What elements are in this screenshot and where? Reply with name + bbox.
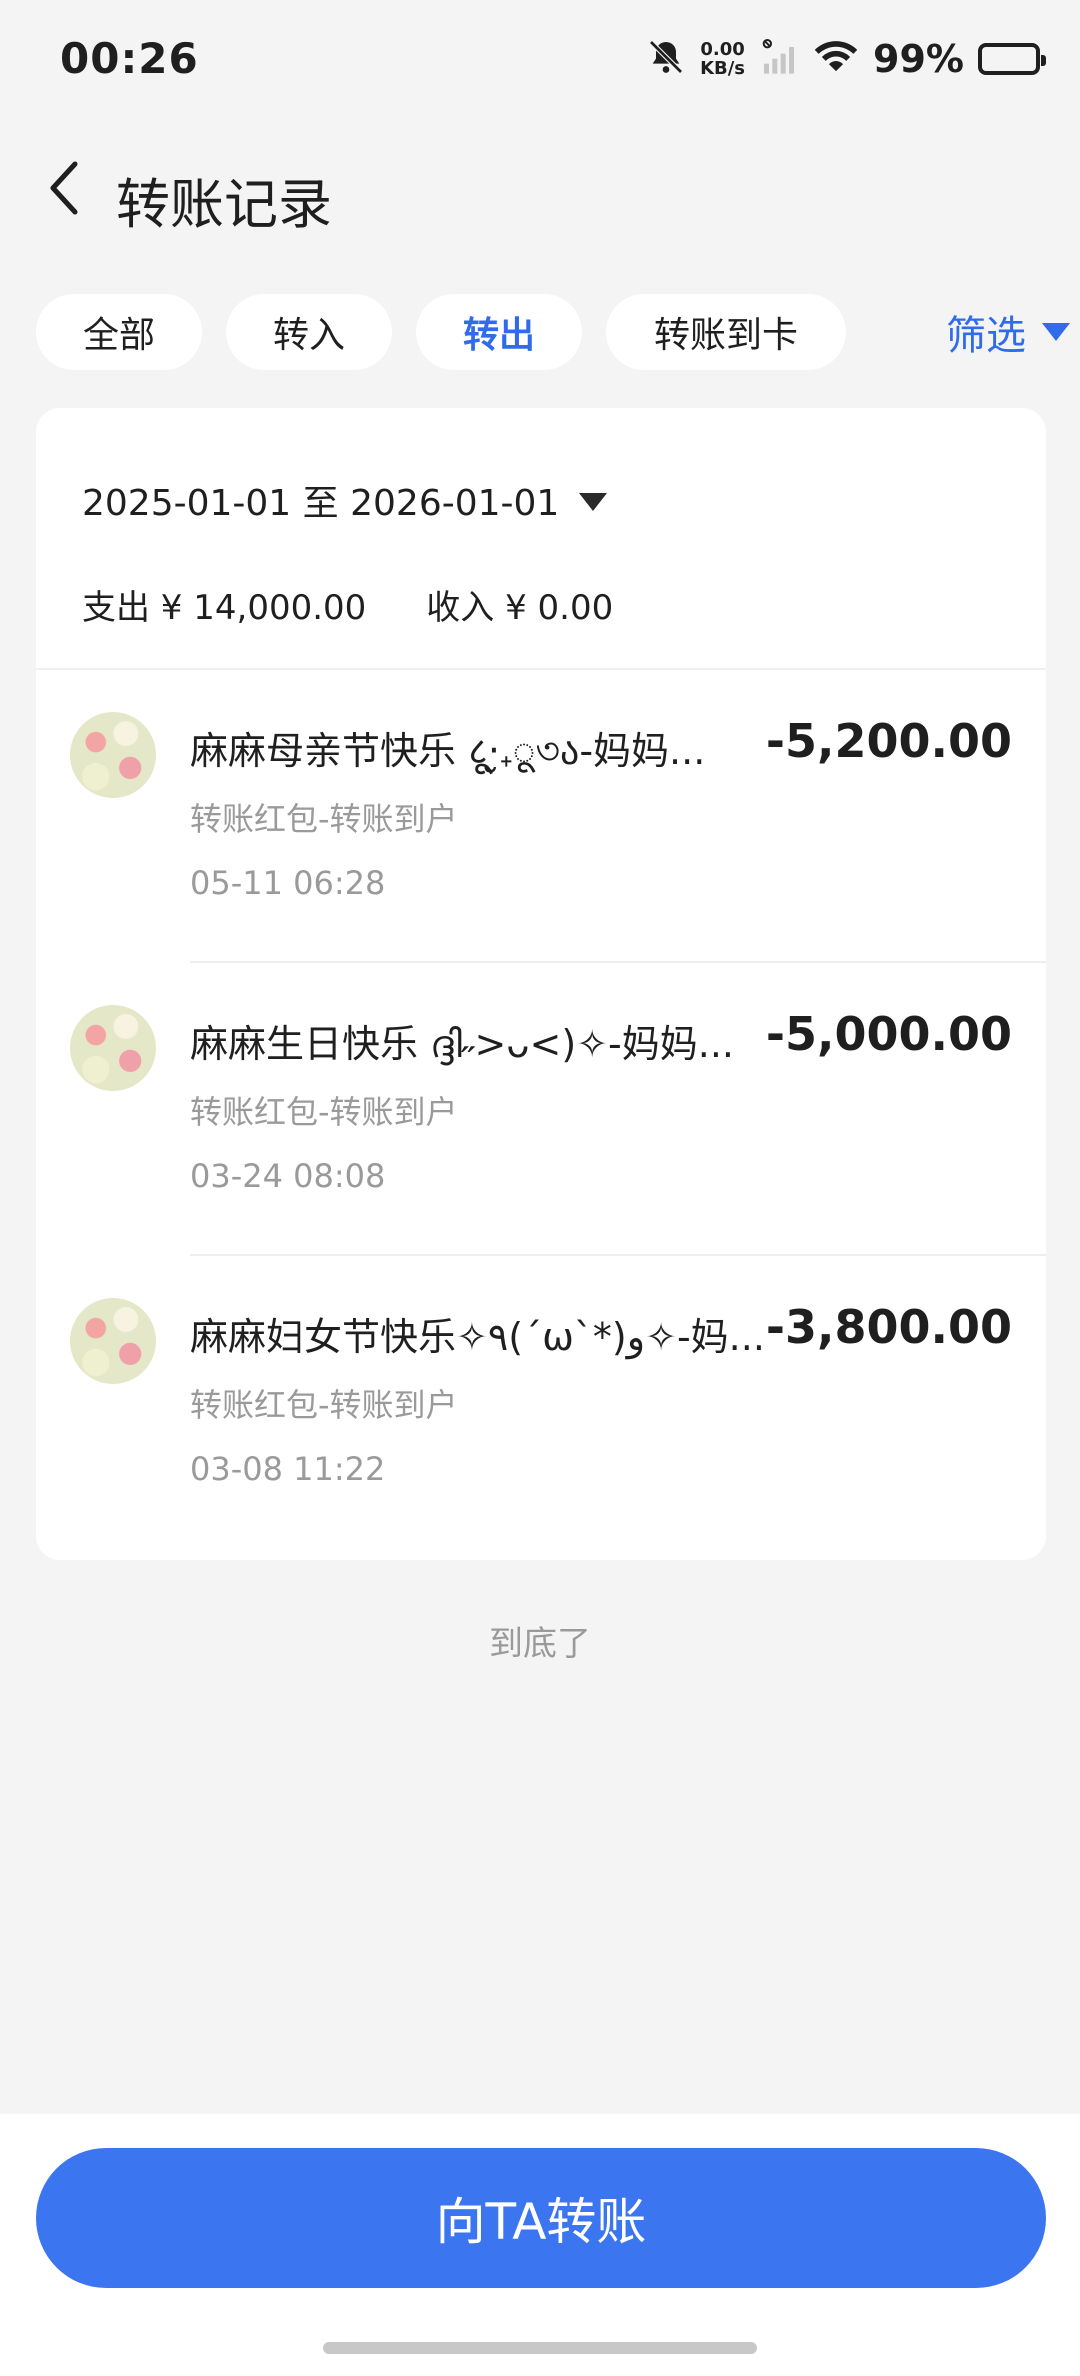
transaction-amount: -5,000.00 [765,1007,1012,1061]
status-bar: 00:26 0.00 KB/s 99% [0,0,1080,120]
transaction-amount: -3,800.00 [765,1300,1012,1354]
triangle-down-icon [1042,323,1070,341]
transaction-title: 麻麻生日快乐 ദ്ദി˶>ᴗ<)✧-妈妈... [190,1022,735,1066]
transaction-type: 转账红包-转账到户 [190,1093,458,1131]
avatar [70,1298,156,1384]
bell-muted-icon [646,37,686,81]
status-time: 00:26 [60,34,199,83]
transaction-type: 转账红包-转账到户 [190,1386,458,1424]
status-icons: 0.00 KB/s 99% [646,32,1046,86]
tab-in[interactable]: 转入 [226,294,392,370]
transactions-card: 2025-01-01 至 2026-01-01 支出 ¥ 14,000.00 收… [36,408,1046,1560]
transaction-type: 转账红包-转账到户 [190,800,458,838]
filter-label: 筛选 [946,313,1026,359]
filter-tabs: 全部 转入 转出 转账到卡 筛选 [36,294,1080,370]
tab-all[interactable]: 全部 [36,294,202,370]
transaction-time: 03-08 11:22 [190,1450,386,1488]
transaction-title: 麻麻母亲节快乐 ८ू‧̮₊ू৩ა-妈妈... [190,729,706,773]
signal-icon [759,37,799,81]
back-button[interactable] [30,152,100,228]
transaction-row[interactable]: 麻麻母亲节快乐 ८ू‧̮₊ू৩ა-妈妈... -5,200.00 转账红包-转账… [36,670,1046,963]
net-speed: 0.00 KB/s [700,40,745,78]
tab-to-card[interactable]: 转账到卡 [606,294,846,370]
income-total: 收入 ¥ 0.00 [426,588,614,628]
net-speed-value: 0.00 [700,39,745,60]
totals: 支出 ¥ 14,000.00 收入 ¥ 0.00 [82,580,613,629]
battery-percent: 99% [873,37,964,81]
battery-icon [978,43,1046,75]
chevron-left-icon [45,158,85,222]
triangle-down-icon [579,493,608,511]
expense-total: 支出 ¥ 14,000.00 [82,588,367,628]
transaction-row[interactable]: 麻麻妇女节快乐✧٩(ˊωˋ*)و✧-妈... -3,800.00 转账红包-转账… [36,1256,1046,1549]
transaction-amount: -5,200.00 [765,714,1012,768]
date-range-label: 2025-01-01 至 2026-01-01 [82,483,560,524]
transfer-to-them-button[interactable]: 向TA转账 [36,2148,1046,2288]
page-title: 转账记录 [116,173,332,236]
end-of-list-label: 到底了 [489,1624,591,1664]
net-speed-unit: KB/s [700,58,746,79]
date-range-selector[interactable]: 2025-01-01 至 2026-01-01 [82,474,608,526]
tab-out[interactable]: 转出 [416,294,582,370]
transaction-row[interactable]: 麻麻生日快乐 ദ്ദി˶>ᴗ<)✧-妈妈... -5,000.00 转账红包-转… [36,963,1046,1256]
wifi-icon [813,37,859,81]
avatar [70,1005,156,1091]
avatar [70,712,156,798]
header: 转账记录 [0,130,1080,250]
transaction-title: 麻麻妇女节快乐✧٩(ˊωˋ*)و✧-妈... [190,1315,765,1359]
bottom-bar: 向TA转账 [0,2114,1080,2376]
transaction-time: 03-24 08:08 [190,1157,386,1195]
home-indicator[interactable] [323,2342,757,2354]
filter-button[interactable]: 筛选 [870,294,1080,370]
transaction-time: 05-11 06:28 [190,864,386,902]
